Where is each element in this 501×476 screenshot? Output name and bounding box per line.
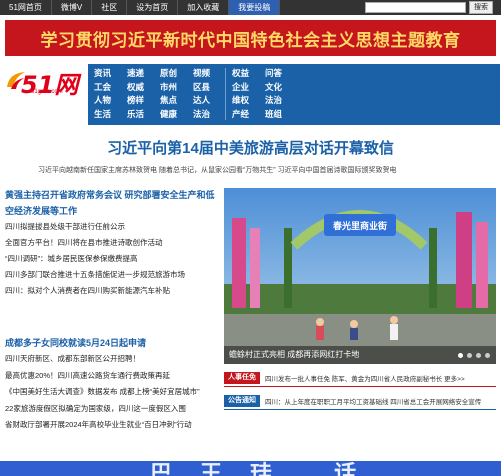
carousel-caption[interactable]: 蟾蜍村正式亮相 成都再添网红打卡地 (224, 346, 496, 364)
top-nav: 51网首页 微博V 社区 设为首页 加入收藏 我要投稿 (0, 0, 281, 15)
carousel-dot[interactable] (485, 353, 490, 358)
news-list-primary: 黄强主持召开省政府常务会议 研究部署安全生产和低空经济发展等工作 四川拟提拔县处… (5, 187, 217, 299)
nav-link[interactable]: 人物 (94, 94, 127, 108)
notice-tag[interactable]: 人事任免 (224, 372, 260, 384)
notice-row-personnel: 人事任免 四川发布一批人事任免 陈军、黄金为四川省人民政府副秘书长 更多>> (224, 372, 496, 384)
nav-link[interactable]: 乐活 (127, 108, 160, 122)
theme-banner-text: 学习贯彻习近平新时代中国特色社会主义思想主题教育 (40, 30, 461, 50)
news-item[interactable]: 四川拟提拔县处级干部进行任前公示 (5, 219, 217, 235)
top-nav-bookmark[interactable]: 加入收藏 (178, 0, 230, 15)
search-button[interactable]: 搜索 (469, 1, 493, 14)
nav-link[interactable]: 权益 (232, 67, 265, 81)
news-list-secondary: 成都多子女同校就读5月24日起申请 四川天府新区、成都东部新区公开招聘！ 最高优… (5, 335, 217, 434)
nav-link[interactable]: 生活 (94, 108, 127, 122)
nav-link[interactable]: 区县 (193, 81, 226, 95)
carousel-dot[interactable] (467, 353, 472, 358)
nav-link[interactable]: 问答 (265, 67, 298, 81)
news-item[interactable]: 《中国美好生活大调查》数据发布 成都上榜“美好宜居城市” (5, 384, 217, 401)
notice-text[interactable]: 四川：从上年度在职职工月平均工资基础线 四川省总工会开展网络安全宣传 (260, 396, 481, 406)
nav-link[interactable]: 权威 (127, 81, 160, 95)
nav-link[interactable]: 维权 (232, 94, 265, 108)
nav-link[interactable]: 焦点 (160, 94, 193, 108)
notice-text[interactable]: 四川发布一批人事任免 陈军、黄金为四川省人民政府副秘书长 更多>> (260, 373, 465, 383)
top-nav-home[interactable]: 51网首页 (0, 0, 52, 15)
nav-link[interactable]: 榜样 (127, 94, 160, 108)
channel-nav: 资讯 工会 人物 生活 速递 权威 榜样 乐活 原创 市州 焦点 健康 视频 区县 达人 法治 权益 企业 维权产… (88, 64, 500, 125)
news-item[interactable]: 22家旅游度假区拟确定为国家级，四川这一度假区入围 (5, 401, 217, 418)
nav-link[interactable]: 法治 (193, 108, 226, 122)
carousel-sign-text: 春光里商业街 (332, 220, 387, 232)
notice-tag[interactable]: 公告通知 (224, 395, 260, 407)
carousel-dot[interactable] (476, 353, 481, 358)
news-item[interactable]: “四川调研”：城乡居民医保参保缴费提高 (5, 251, 217, 267)
news-item[interactable]: 四川多部门联合推进十五条措施促进一步规范旅游市场 (5, 267, 217, 283)
notice-row-announce: 公告通知 四川：从上年度在职职工月平均工资基础线 四川省总工会开展网络安全宣传 (224, 395, 496, 407)
bottom-banner[interactable]: 巴王珪 话 (0, 461, 501, 476)
nav-link[interactable]: 健康 (160, 108, 193, 122)
news-lead[interactable]: 黄强主持召开省政府常务会议 研究部署安全生产和低空经济发展等工作 (5, 187, 217, 219)
channel-nav-secondary: 权益 企业 维权 产经 问答 文化 法治 班组 (232, 67, 364, 121)
nav-link[interactable]: 文化 (265, 81, 298, 95)
top-nav-set-home[interactable]: 设为首页 (127, 0, 179, 15)
news-item[interactable]: 省财政厅部署开展2024年高校毕业生就业“百日冲刺”行动 (5, 417, 217, 434)
news-item[interactable]: 最高优惠20%！四川高速公路货车通行费政策再延 (5, 368, 217, 385)
top-nav-submit[interactable]: 我要投稿 (229, 0, 281, 15)
nav-link[interactable]: 达人 (193, 94, 226, 108)
news-item[interactable]: 四川：拟对个人消费者在四川购买新能源汽车补贴 (5, 283, 217, 299)
news-item[interactable]: 四川天府新区、成都东部新区公开招聘！ (5, 351, 217, 368)
nav-link[interactable]: 速递 (127, 67, 160, 81)
nav-link[interactable]: 市州 (160, 81, 193, 95)
news-item[interactable]: 全面官方平台！四川将在县市推进诗歌创作活动 (5, 235, 217, 251)
photo-carousel[interactable]: 春光里商业街 蟾蜍村正式亮相 成都再添网红打卡地 (224, 188, 496, 364)
news-lead[interactable]: 成都多子女同校就读5月24日起申请 (5, 335, 217, 351)
nav-link[interactable]: 视频 (193, 67, 226, 81)
channel-nav-main: 资讯 工会 人物 生活 速递 权威 榜样 乐活 原创 市州 焦点 健康 视频 区县 达人 法治 (94, 67, 226, 121)
search-input[interactable] (365, 2, 466, 13)
theme-banner[interactable]: 学习贯彻习近平新时代中国特色社会主义思想主题教育 (5, 20, 496, 56)
logo-domain: 51gdrb.com (31, 89, 63, 95)
top-nav-community[interactable]: 社区 (92, 0, 128, 15)
headline-summary[interactable]: 习近平向越南新任国家主席苏林致贺电 随着总书记，从鼠家公园看“万物共生” 习近平… (38, 165, 468, 175)
nav-link[interactable]: 企业 (232, 81, 265, 95)
headline-title[interactable]: 习近平向第14届中美旅游高层对话开幕致信 (0, 137, 501, 158)
nav-link[interactable]: 原创 (160, 67, 193, 81)
nav-link[interactable]: 法治 (265, 94, 298, 108)
notice-divider (224, 386, 496, 387)
carousel-photo: 春光里商业街 (224, 188, 496, 364)
notice-divider (224, 409, 496, 410)
top-nav-weibo[interactable]: 微博V (52, 0, 93, 15)
nav-divider (225, 68, 226, 120)
bottom-banner-text: 巴王珪 话 (150, 461, 385, 476)
nav-link[interactable]: 班组 (265, 108, 298, 122)
nav-link[interactable]: 工会 (94, 81, 127, 95)
carousel-indicators (458, 353, 490, 358)
top-bar: 51网首页 微博V 社区 设为首页 加入收藏 我要投稿 搜索 (0, 0, 501, 15)
nav-link[interactable]: 资讯 (94, 67, 127, 81)
nav-link[interactable]: 产经 (232, 108, 265, 122)
site-logo[interactable]: 51网 51gdrb.com (5, 63, 85, 99)
carousel-dot[interactable] (458, 353, 463, 358)
